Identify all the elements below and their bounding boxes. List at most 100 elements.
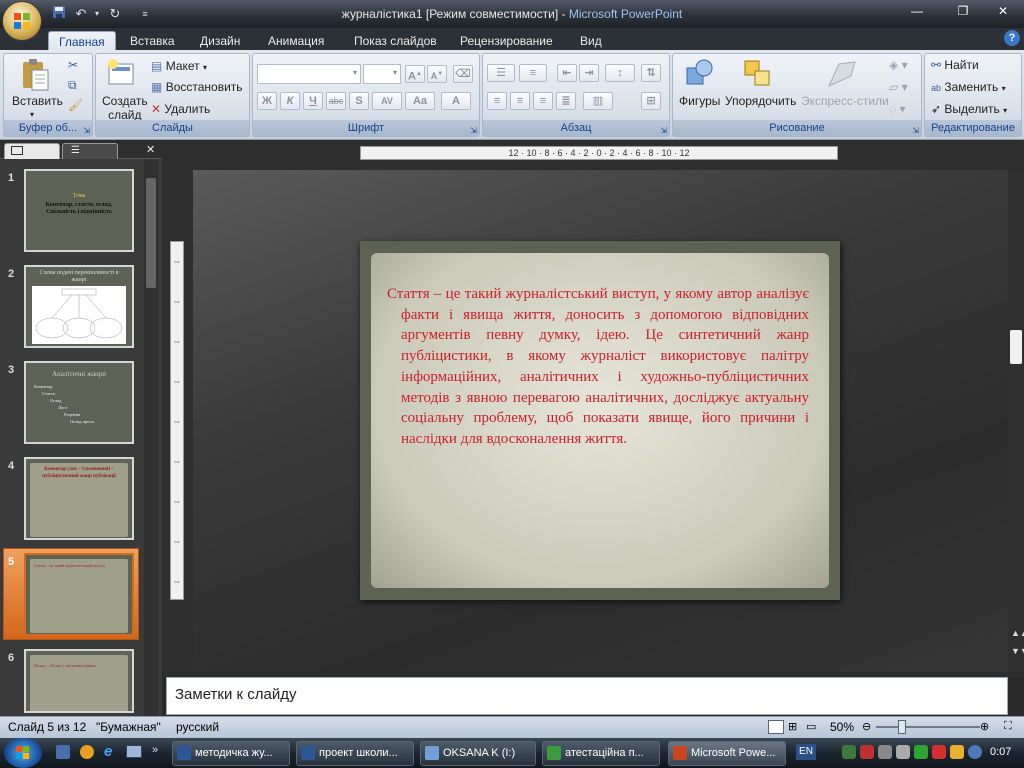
close-button[interactable]: ✕ [990, 3, 1016, 20]
text-direction-icon[interactable]: ⇅ [641, 64, 661, 82]
tab-view[interactable]: Вид [570, 31, 612, 51]
clock[interactable]: 0:07 [990, 746, 1011, 758]
slide-sorter-icon[interactable]: ⊞ [788, 720, 797, 733]
tab-outline[interactable]: ☰ [62, 143, 118, 159]
clear-formatting-icon[interactable]: ⌫ [453, 65, 473, 83]
slide-thumbnail-2[interactable]: Схема подачі переконливості в жанрі [24, 265, 134, 348]
horizontal-ruler[interactable]: 12 · 10 · 8 · 6 · 4 · 2 · 0 · 2 · 4 · 6 … [360, 146, 838, 160]
close-pane-icon[interactable]: ✕ [146, 143, 155, 156]
quicklaunch-more-icon[interactable]: » [152, 744, 158, 756]
slides-pane-scrollbar[interactable] [144, 160, 158, 716]
zoom-out-icon[interactable]: ⊖ [862, 720, 871, 733]
change-case-button[interactable]: Aa [405, 92, 435, 110]
tray-icon[interactable] [968, 745, 982, 759]
zoom-in-icon[interactable]: ⊕ [980, 720, 989, 733]
font-name-combo[interactable]: ▾ [257, 64, 361, 84]
language-bar[interactable]: EN [796, 744, 816, 760]
quick-styles-icon[interactable] [825, 58, 859, 90]
paste-button[interactable]: Вставить [12, 94, 63, 108]
replace-button[interactable]: ab Заменить ▾ [931, 80, 1006, 94]
align-center-icon[interactable]: ≡ [510, 92, 530, 110]
font-size-combo[interactable]: ▾ [363, 64, 401, 84]
new-slide-icon[interactable] [106, 58, 136, 88]
tab-slideshow[interactable]: Показ слайдов [344, 31, 447, 51]
find-button[interactable]: ⚯ Найти [931, 58, 979, 72]
notes-pane[interactable]: Заметки к слайду [166, 677, 1008, 715]
quicklaunch-save-icon[interactable] [56, 745, 70, 759]
slide-thumbnail-3[interactable]: Аналітичні жанри Коментар Стаття Огляд Л… [24, 361, 134, 444]
zoom-slider-thumb[interactable] [898, 720, 906, 734]
tray-icon[interactable] [950, 745, 964, 759]
bold-button[interactable]: Ж [257, 92, 277, 110]
dialog-launcher-icon[interactable]: ⇲ [83, 126, 90, 135]
tab-animation[interactable]: Анимация [258, 31, 334, 51]
zoom-slider[interactable] [876, 726, 980, 728]
decrease-indent-icon[interactable]: ⇤ [557, 64, 577, 82]
italic-button[interactable]: К [280, 92, 300, 110]
slide-scrollbar[interactable] [1008, 170, 1024, 672]
minimize-button[interactable]: — [904, 3, 930, 20]
tray-app-icon[interactable] [860, 745, 874, 759]
cut-icon[interactable]: ✂ [68, 58, 78, 72]
shrink-font-button[interactable]: A▼ [427, 65, 447, 83]
quicklaunch-app-icon[interactable] [80, 745, 94, 759]
columns-button[interactable]: ▥ [583, 92, 613, 110]
shapes-button[interactable]: Фигуры [679, 94, 720, 108]
shapes-icon[interactable] [685, 58, 715, 90]
new-slide-button[interactable]: Создать слайд [102, 94, 148, 122]
strikethrough-button[interactable]: abc [326, 92, 346, 110]
underline-button[interactable]: Ч [303, 92, 323, 110]
tray-icon[interactable] [932, 745, 946, 759]
quick-styles-button[interactable]: Экспресс-стили [801, 94, 889, 108]
align-left-icon[interactable]: ≡ [487, 92, 507, 110]
arrange-button[interactable]: Упорядочить [725, 94, 796, 108]
grow-font-button[interactable]: A▲ [405, 65, 425, 83]
slide-thumbnail-6[interactable]: Огляд – Огляд є загальна оцінка [24, 649, 134, 713]
tab-slides-thumbnails[interactable] [4, 143, 60, 159]
slideshow-view-icon[interactable]: ▭ [806, 720, 816, 733]
start-button[interactable] [4, 738, 42, 768]
layout-button[interactable]: ▤ Макет ▾ [151, 59, 207, 73]
tray-volume-icon[interactable] [878, 745, 892, 759]
office-button[interactable] [2, 1, 42, 41]
taskbar-item[interactable]: методичка жу... [172, 741, 290, 766]
zoom-level[interactable]: 50% [830, 720, 854, 734]
bullets-button[interactable]: ☰ [487, 64, 515, 82]
copy-icon[interactable]: ⧉ [68, 78, 77, 93]
tray-network-icon[interactable] [842, 745, 856, 759]
internet-explorer-icon[interactable]: e [104, 743, 112, 760]
arrange-icon[interactable] [743, 58, 773, 90]
slide-thumbnail-5[interactable]: Стаття – це такий журналістський виступ [24, 553, 134, 636]
slide-thumbnail-1[interactable]: Тема Коментар, стаття, огляд. Спільність… [24, 169, 134, 252]
delete-slide-button[interactable]: ✕ Удалить [151, 102, 210, 116]
format-painter-icon[interactable]: 🖌 [68, 98, 83, 112]
reset-button[interactable]: ▦ Восстановить [151, 80, 243, 94]
help-icon[interactable]: ? [1004, 30, 1020, 46]
previous-slide-icon[interactable]: ▲▲ [1011, 628, 1024, 638]
taskbar-item[interactable]: OKSANA K (I:) [420, 741, 536, 766]
tab-design[interactable]: Дизайн [190, 31, 250, 51]
line-spacing-button[interactable]: ↕ [605, 64, 635, 82]
fit-to-window-icon[interactable]: ⛶ [1004, 720, 1012, 733]
taskbar-item-active[interactable]: Microsoft Powe... [668, 741, 786, 766]
shape-outline-icon[interactable]: ▱ ▾ [889, 80, 908, 94]
taskbar-item[interactable]: атестаційна п... [542, 741, 660, 766]
normal-view-icon[interactable] [768, 720, 784, 734]
restore-button[interactable]: ❐ [950, 3, 976, 20]
tab-home[interactable]: Главная [48, 31, 116, 51]
character-spacing-button[interactable]: AV [372, 92, 402, 110]
taskbar-item[interactable]: проект школи... [296, 741, 414, 766]
slide-thumbnail-4[interactable]: Коментар (лат. - тлумачення) – публіцист… [24, 457, 134, 540]
language-indicator[interactable]: русский [176, 720, 219, 734]
shape-effects-icon[interactable]: ◌ ▾ [889, 102, 906, 116]
align-text-icon[interactable]: ⊞ [641, 92, 661, 110]
vertical-ruler[interactable] [170, 241, 184, 600]
tab-review[interactable]: Рецензирование [450, 31, 563, 51]
next-slide-icon[interactable]: ▼▼ [1011, 646, 1024, 656]
paste-dropdown-icon[interactable]: ▾ [30, 110, 34, 119]
dialog-launcher-icon[interactable]: ⇲ [660, 126, 667, 135]
slide-body-text[interactable]: Стаття – це такий журналістський виступ,… [387, 284, 809, 450]
shape-fill-icon[interactable]: ◈ ▾ [889, 58, 908, 72]
justify-icon[interactable]: ≣ [556, 92, 576, 110]
tab-insert[interactable]: Вставка [120, 31, 185, 51]
